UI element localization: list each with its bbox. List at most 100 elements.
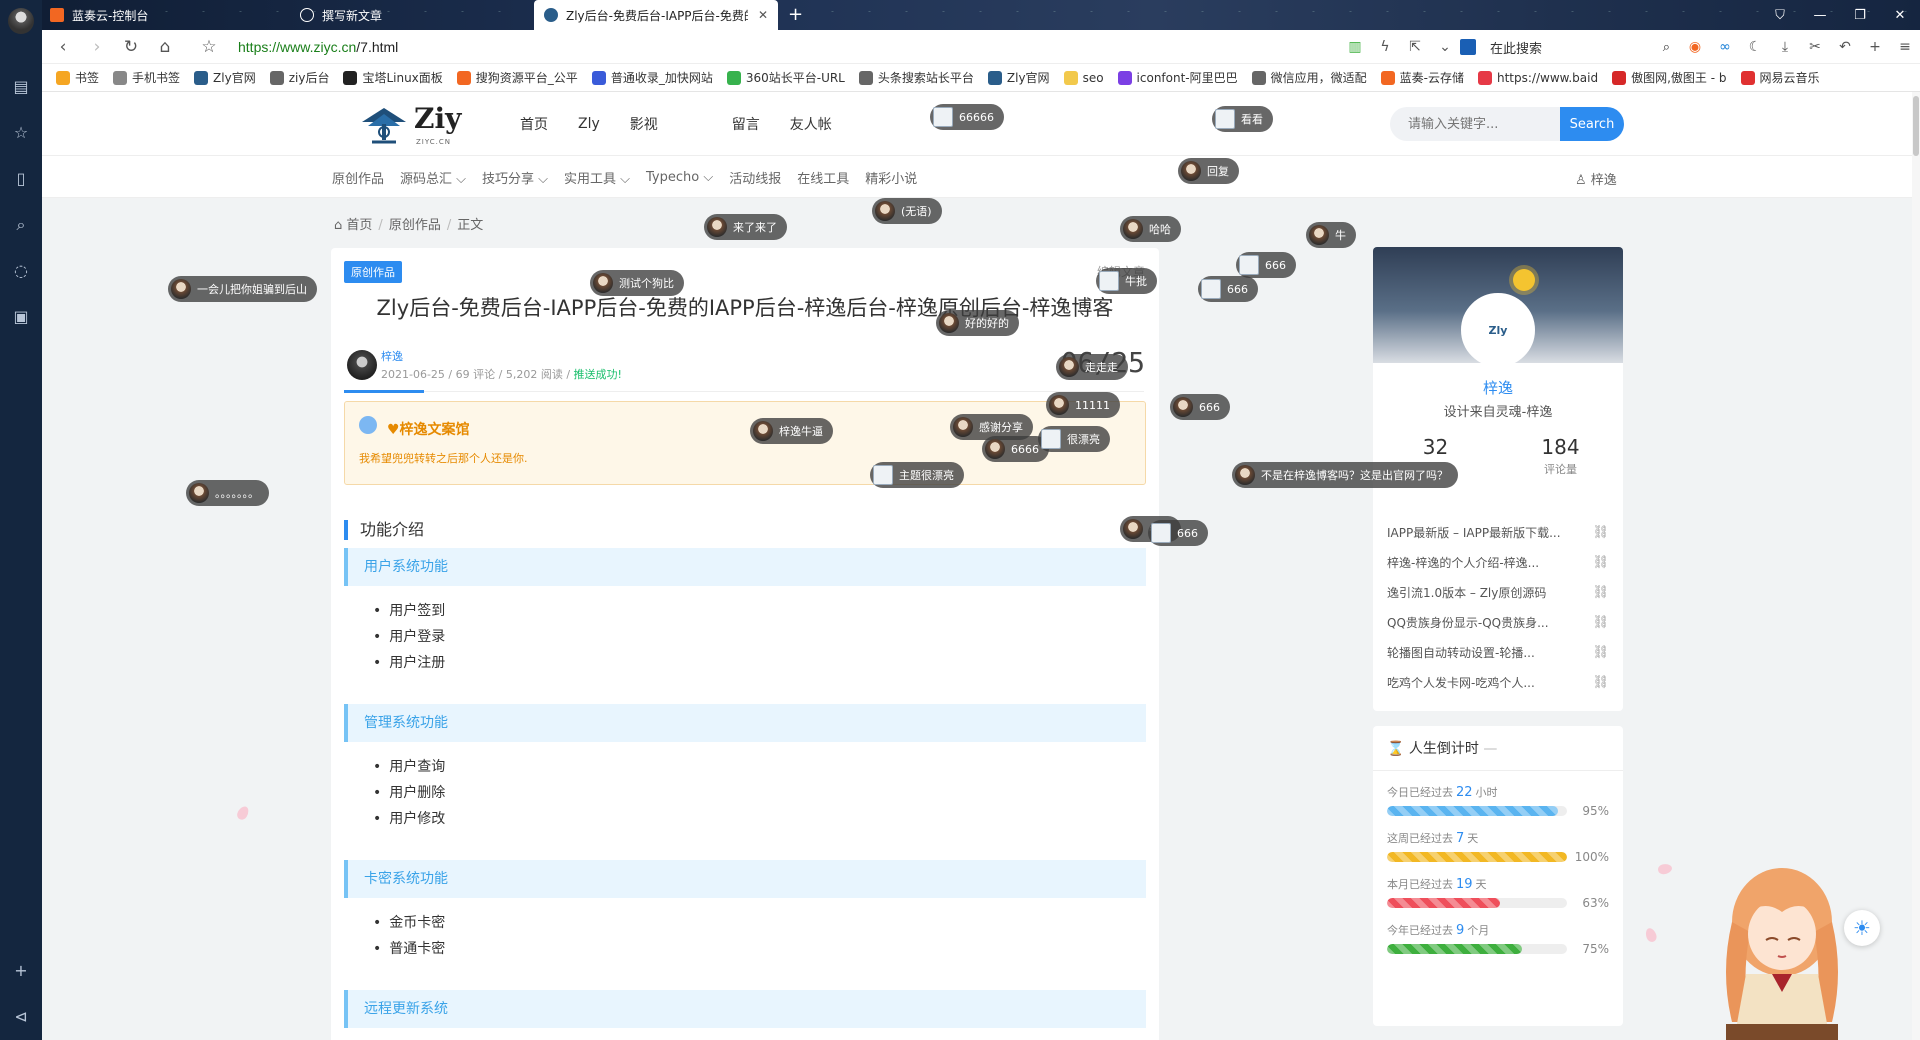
nav-friends[interactable]: 友人帐 xyxy=(790,114,832,134)
profile-name[interactable]: 梓逸 xyxy=(1373,377,1623,398)
category-nav-item[interactable]: 原创作品 xyxy=(332,168,384,187)
back-icon[interactable]: ‹ xyxy=(50,34,76,60)
bookmark-item[interactable]: 360站长平台-URL xyxy=(726,69,845,86)
new-tab-icon[interactable]: + xyxy=(788,4,803,25)
reader-icon[interactable]: ▤ xyxy=(10,76,32,98)
site-search-input[interactable] xyxy=(1390,107,1560,141)
category-nav-item[interactable]: 在线工具 xyxy=(797,168,849,187)
address-bar[interactable]: https://www.ziyc.cn/7.html xyxy=(238,39,1238,55)
danmaku-comment[interactable]: 不是在梓逸博客吗？这是出官网了吗？ xyxy=(1232,462,1458,488)
search-icon[interactable]: ⌕ xyxy=(10,214,32,236)
category-badge[interactable]: 原创作品 xyxy=(344,261,402,283)
extension-icon[interactable]: ∞ xyxy=(1712,39,1738,55)
translate-icon[interactable]: ▣ xyxy=(10,306,32,328)
bookmark-item[interactable]: 书签 xyxy=(56,69,99,86)
danmaku-comment[interactable]: 。。。。。。。 xyxy=(186,480,269,506)
recent-post-link[interactable]: IAPP最新版 – IAPP最新版下载... ⛓ xyxy=(1387,517,1609,547)
add-icon[interactable]: + xyxy=(1862,39,1888,55)
book-icon[interactable]: ▯ xyxy=(10,168,32,190)
category-nav-item[interactable]: 源码总汇 ⌵ xyxy=(400,168,466,187)
danmaku-comment[interactable]: (无语) xyxy=(872,198,942,224)
danmaku-comment[interactable]: 回复 xyxy=(1178,158,1239,184)
danmaku-comment[interactable]: 666 xyxy=(1236,252,1296,278)
restore-icon[interactable]: ❐ xyxy=(1840,0,1880,30)
flash-icon[interactable]: ϟ xyxy=(1372,39,1398,55)
browser-search-box[interactable]: 在此搜索 ⌕ xyxy=(1460,38,1670,57)
danmaku-comment[interactable]: 66666 xyxy=(930,104,1004,130)
collapse-sidebar-icon[interactable]: ⊲ xyxy=(10,1006,32,1028)
bookmark-item[interactable]: iconfont-阿里巴巴 xyxy=(1117,69,1238,86)
search-icon[interactable]: ⌕ xyxy=(1663,40,1670,55)
game-icon[interactable]: ◉ xyxy=(1682,39,1708,55)
chat-icon[interactable]: ◌ xyxy=(10,260,32,282)
category-nav-item[interactable]: 实用工具 ⌵ xyxy=(564,168,630,187)
tab-write-article[interactable]: 撰写新文章 xyxy=(290,0,530,30)
danmaku-comment[interactable]: 测试个狗比 xyxy=(590,270,684,296)
breadcrumb-home[interactable]: 首页 xyxy=(346,218,372,233)
danmaku-comment[interactable]: 主题很漂亮 xyxy=(870,462,964,488)
recent-post-link[interactable]: 轮播图自动转动设置-轮播... ⛓ xyxy=(1387,637,1609,667)
tab-lanzou[interactable]: 蓝奏云-控制台 xyxy=(40,0,290,30)
home-icon[interactable]: ⌂ xyxy=(152,34,178,60)
bookmark-item[interactable]: 头条搜索站长平台 xyxy=(858,69,974,86)
bookmark-item[interactable]: 搜狗资源平台_公平 xyxy=(456,69,578,86)
author-name[interactable]: 梓逸 xyxy=(381,348,403,364)
reader-mode-icon[interactable]: ▥ xyxy=(1342,39,1368,55)
favorites-star-icon[interactable]: ☆ xyxy=(10,122,32,144)
breadcrumb-category[interactable]: 原创作品 xyxy=(389,218,441,233)
recent-post-link[interactable]: QQ贵族身份显示-QQ贵族身... ⛓ xyxy=(1387,607,1609,637)
skin-icon[interactable]: ⛉ xyxy=(1760,0,1800,30)
add-icon[interactable]: + xyxy=(10,960,32,982)
author-avatar[interactable] xyxy=(347,350,377,380)
bookmark-item[interactable]: 网易云音乐 xyxy=(1740,69,1820,86)
article-comments[interactable]: 69 评论 xyxy=(456,368,496,381)
share-icon[interactable]: ⇱ xyxy=(1402,39,1428,55)
download-icon[interactable]: ⤓ xyxy=(1772,39,1798,55)
recent-post-link[interactable]: 吃鸡个人发卡网-吃鸡个人... ⛓ xyxy=(1387,667,1609,697)
category-nav-item[interactable]: Typecho ⌵ xyxy=(646,170,713,185)
category-nav-item[interactable]: 精彩小说 xyxy=(865,168,917,187)
category-nav-item[interactable]: 活动线报 xyxy=(729,168,781,187)
nav-zly[interactable]: Zly xyxy=(578,116,600,132)
anime-mascot[interactable] xyxy=(1702,852,1862,1040)
danmaku-comment[interactable]: 好的好的 xyxy=(936,310,1019,336)
danmaku-comment[interactable]: 牛批 xyxy=(1096,268,1157,294)
bookmark-star-icon[interactable]: ☆ xyxy=(196,34,222,60)
search-engine-icon[interactable] xyxy=(1460,39,1476,55)
danmaku-comment[interactable]: 很漂亮 xyxy=(1038,426,1110,452)
menu-icon[interactable]: ≡ xyxy=(1892,39,1918,55)
danmaku-comment[interactable]: 梓逸牛逼 xyxy=(750,418,833,444)
recent-post-link[interactable]: 梓逸-梓逸的个人介绍-梓逸... ⛓ xyxy=(1387,547,1609,577)
bookmark-item[interactable]: https://www.baid xyxy=(1478,70,1598,85)
category-nav-item[interactable]: 技巧分享 ⌵ xyxy=(482,168,548,187)
nav-home[interactable]: 首页 xyxy=(520,114,548,134)
recent-post-link[interactable]: 逸引流1.0版本 – Zly原创源码 ⛓ xyxy=(1387,577,1609,607)
danmaku-comment[interactable]: 666 xyxy=(1198,276,1258,302)
reload-icon[interactable]: ↻ xyxy=(118,34,144,60)
danmaku-comment[interactable]: 666 xyxy=(1148,520,1208,546)
close-tab-icon[interactable]: ✕ xyxy=(748,8,768,22)
user-avatar[interactable] xyxy=(8,8,34,34)
close-window-icon[interactable]: ✕ xyxy=(1880,0,1920,30)
bookmark-item[interactable]: 普通收录_加快网站 xyxy=(591,69,713,86)
bookmark-item[interactable]: ziy后台 xyxy=(269,69,329,86)
nav-message[interactable]: 留言 xyxy=(732,114,760,134)
user-link[interactable]: ♙ 梓逸 xyxy=(1575,169,1617,188)
page-scrollbar[interactable] xyxy=(1912,92,1920,1040)
danmaku-comment[interactable]: 走走走 xyxy=(1056,354,1128,380)
forward-icon[interactable]: › xyxy=(84,34,110,60)
tab-current[interactable]: Zly后台-免费后台-IAPP后台-免费的 ✕ xyxy=(534,0,778,30)
danmaku-comment[interactable]: 来了来了 xyxy=(704,214,787,240)
danmaku-comment[interactable]: 一会儿把你姐骗到后山 xyxy=(168,276,317,302)
minimize-icon[interactable]: — xyxy=(1800,0,1840,30)
bookmark-item[interactable]: 傲图网,傲图王 - b xyxy=(1612,69,1727,86)
bookmark-item[interactable]: 手机书签 xyxy=(113,69,180,86)
undo-icon[interactable]: ↶ xyxy=(1832,39,1858,55)
bookmark-item[interactable]: seo xyxy=(1063,70,1104,85)
bookmark-item[interactable]: Zly官网 xyxy=(987,69,1050,86)
danmaku-comment[interactable]: 看看 xyxy=(1212,106,1273,132)
danmaku-comment[interactable]: 哈哈 xyxy=(1120,216,1181,242)
bookmark-item[interactable]: 微信应用，微适配 xyxy=(1251,69,1367,86)
bookmark-item[interactable]: 宝塔Linux面板 xyxy=(343,69,443,86)
nav-video[interactable]: 影视 xyxy=(630,114,658,134)
